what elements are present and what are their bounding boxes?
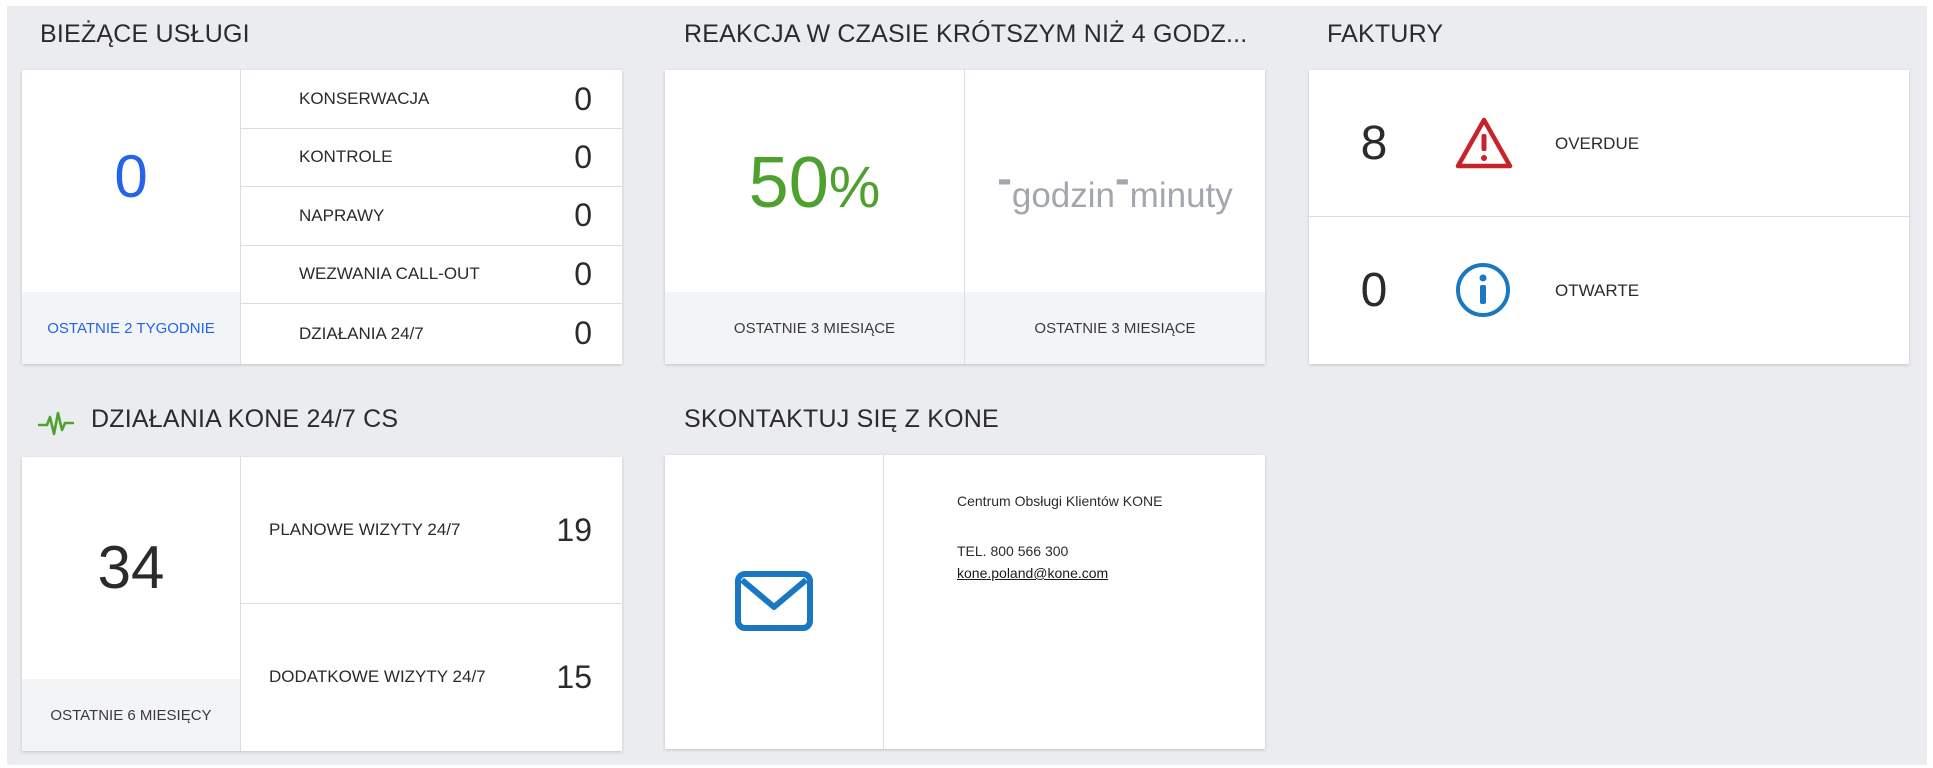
contact-email-link[interactable]: kone.poland@kone.com [957,565,1108,581]
list-item[interactable]: KONTROLE 0 [241,128,622,187]
list-item-label: PLANOWE WIZYTY 24/7 [269,520,461,539]
response-title: REAKCJA W CZASIE KRÓTSZYM NIŻ 4 GODZ... [684,20,1248,48]
list-item-label: KONTROLE [299,147,393,166]
open-label: OTWARTE [1555,281,1640,300]
list-item-value: 0 [574,315,592,351]
minutes-dash: - [1115,154,1130,203]
overdue-label: OVERDUE [1555,134,1640,153]
mail-icon[interactable] [734,570,814,637]
activities-list: PLANOWE WIZYTY 24/7 19 DODATKOWE WIZYTY … [240,457,622,751]
activities-summary[interactable]: 34 OSTATNIE 6 MIESIĘCY [22,457,240,751]
response-card[interactable]: 50% OSTATNIE 3 MIESIĄCE -godzin-minuty O… [665,70,1265,364]
list-item-value: 0 [574,197,592,233]
response-time: -godzin-minuty [965,154,1265,218]
current-services-summary[interactable]: 0 OSTATNIE 2 TYGODNIE [22,70,240,364]
list-item-label: DZIAŁANIA 24/7 [299,323,424,343]
hours-label: godzin [1011,176,1116,215]
current-services-total: 0 [114,143,148,210]
list-item[interactable]: DZIAŁANIA 24/7 0 [241,303,622,364]
overdue-count: 8 [1360,117,1388,170]
contact-details: Centrum Obsługi Klientów KONE TEL. 800 5… [883,455,1265,749]
response-percent-panel[interactable]: 50% OSTATNIE 3 MIESIĄCE [665,70,964,364]
list-item-label: NAPRAWY [299,205,385,225]
warning-icon [1454,116,1514,175]
list-item-label: KONSERWACJA [299,89,430,108]
contact-card[interactable]: Centrum Obsługi Klientów KONE TEL. 800 5… [665,455,1265,749]
list-item[interactable]: KONSERWACJA 0 [241,70,622,129]
response-time-panel[interactable]: -godzin-minuty OSTATNIE 3 MIESIĄCE [964,70,1265,364]
activities-period: OSTATNIE 6 MIESIĘCY [22,679,240,751]
activities-total: 34 [97,534,165,601]
list-item[interactable]: WEZWANIA CALL-OUT 0 [241,245,622,304]
current-services-card[interactable]: 0 OSTATNIE 2 TYGODNIE KONSERWACJA 0 KONT… [22,70,622,364]
current-services-title: BIEŻĄCE USŁUGI [40,20,250,48]
contact-center-name: Centrum Obsługi Klientów KONE [957,493,1163,509]
response-percent-value: 50 [748,143,829,223]
info-icon [1455,262,1511,323]
list-item[interactable]: NAPRAWY 0 [241,186,622,246]
activities-card[interactable]: 34 OSTATNIE 6 MIESIĘCY PLANOWE WIZYTY 24… [22,457,622,751]
contact-icon-panel [665,455,883,749]
open-count: 0 [1360,264,1388,317]
invoices-card[interactable]: 8 OVERDUE 0 OTWARTE [1309,70,1909,364]
response-percent: 50% [665,142,964,224]
list-item-label: DODATKOWE WIZYTY 24/7 [269,667,486,686]
list-item-value: 0 [574,80,592,117]
current-services-period: OSTATNIE 2 TYGODNIE [22,292,240,364]
list-item-value: 0 [574,138,592,175]
list-item-label: WEZWANIA CALL-OUT [299,264,480,283]
list-item-value: 0 [574,255,592,292]
contact-title: SKONTAKTUJ SIĘ Z KONE [684,405,999,433]
current-services-list: KONSERWACJA 0 KONTROLE 0 NAPRAWY 0 WEZWA… [240,70,622,364]
invoice-row-open[interactable]: 0 OTWARTE [1309,217,1909,364]
invoices-title: FAKTURY [1327,20,1444,48]
activities-title: DZIAŁANIA KONE 24/7 CS [91,405,399,433]
list-item-value: 19 [556,511,592,548]
minutes-label: minuty [1129,176,1233,215]
response-percent-sign: % [828,155,881,220]
hours-dash: - [997,154,1012,203]
response-period-right: OSTATNIE 3 MIESIĄCE [965,292,1265,364]
list-item[interactable]: DODATKOWE WIZYTY 24/7 15 [241,603,622,751]
list-item[interactable]: PLANOWE WIZYTY 24/7 19 [241,457,622,604]
contact-phone: TEL. 800 566 300 [957,543,1069,559]
list-item-value: 15 [556,658,592,695]
pulse-icon [37,410,75,443]
invoice-row-overdue[interactable]: 8 OVERDUE [1309,70,1909,217]
response-period-left: OSTATNIE 3 MIESIĄCE [665,292,964,364]
